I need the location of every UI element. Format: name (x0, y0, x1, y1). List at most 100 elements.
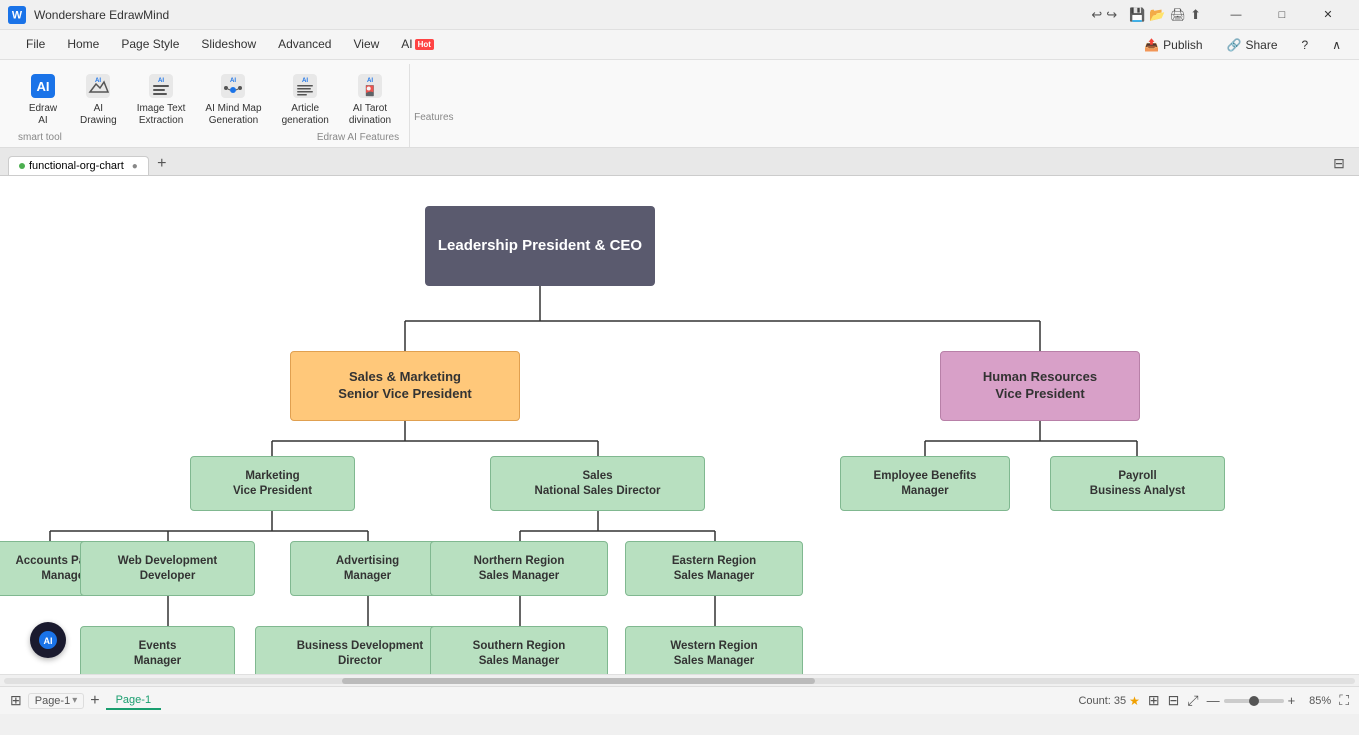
add-page-button[interactable]: + (90, 692, 99, 710)
tab-dot (19, 163, 25, 169)
share2-icon[interactable]: ⬆ (1190, 7, 1201, 23)
publish-button[interactable]: 📤 Publish (1134, 34, 1212, 56)
node-root[interactable]: Leadership President & CEO (425, 206, 655, 286)
ribbon-ai-mindmap-button[interactable]: AI AI Mind MapGeneration (197, 68, 269, 131)
status-right: Count: 35 ★ ⊞ ⊟ ⤢ — + 85% ⛶ (1078, 692, 1349, 709)
svg-text:AI: AI (158, 78, 164, 84)
svg-text:AI: AI (302, 78, 308, 84)
redo-icon[interactable]: ↪ (1106, 7, 1117, 23)
app-logo: W (8, 6, 26, 24)
horizontal-scrollbar[interactable] (0, 674, 1359, 686)
page-icon: ⊞ (10, 692, 22, 709)
publish-icon: 📤 (1144, 38, 1159, 52)
page-selector[interactable]: Page-1 ▾ (28, 693, 85, 709)
ai-mindmap-icon: AI (219, 72, 247, 100)
edraw-ai-icon: AI (29, 72, 57, 100)
status-bar: ⊞ Page-1 ▾ + Page-1 Count: 35 ★ ⊞ ⊟ ⤢ — … (0, 686, 1359, 714)
ai-drawing-icon: AI (84, 72, 112, 100)
node-national-sales[interactable]: SalesNational Sales Director (490, 456, 705, 511)
svg-text:AI: AI (37, 79, 50, 94)
node-southern[interactable]: Southern RegionSales Manager (430, 626, 608, 674)
smart-tool-label: smart tool (18, 132, 62, 143)
scrollbar-track[interactable] (4, 678, 1355, 684)
canvas: Leadership President & CEO Sales & Marke… (0, 176, 1359, 674)
minimize-button[interactable]: — (1213, 0, 1259, 30)
save-icon[interactable]: 💾 (1129, 7, 1145, 23)
menu-page-style[interactable]: Page Style (111, 33, 189, 55)
ribbon-image-text-button[interactable]: AI Image TextExtraction (129, 68, 194, 131)
tab-unsaved-indicator[interactable]: ● (132, 161, 138, 172)
menu-home[interactable]: Home (57, 33, 109, 55)
tarot-icon: AI 🎴 (356, 72, 384, 100)
zoom-slider[interactable] (1224, 699, 1284, 703)
menu-slideshow[interactable]: Slideshow (191, 33, 266, 55)
node-sales[interactable]: Sales & MarketingSenior Vice President (290, 351, 520, 421)
ribbon-article-button[interactable]: AI Articlegeneration (274, 68, 337, 131)
undo-icon[interactable]: ↩ (1091, 7, 1102, 23)
help-button[interactable]: ? (1292, 34, 1319, 56)
star-icon: ★ (1129, 694, 1140, 708)
zoom-thumb[interactable] (1249, 696, 1259, 706)
fit-icon[interactable]: ⊞ (1148, 692, 1160, 709)
node-advertising[interactable]: AdvertisingManager (290, 541, 445, 596)
ribbon-group-smart-tool: AI EdrawAI AI AIDrawing (8, 64, 410, 147)
tab-functional-org-chart[interactable]: functional-org-chart ● (8, 156, 149, 175)
scrollbar-thumb[interactable] (342, 678, 815, 684)
ai-hot-badge: Hot (415, 39, 434, 50)
node-hr[interactable]: Human ResourcesVice President (940, 351, 1140, 421)
menu-advanced[interactable]: Advanced (268, 33, 341, 55)
svg-text:AI: AI (44, 636, 53, 646)
menu-ai[interactable]: AI Hot (391, 33, 444, 55)
tab-label: functional-org-chart (29, 160, 124, 172)
print-icon[interactable]: 🖨 (1170, 7, 1187, 23)
expand-icon[interactable]: ⤢ (1187, 692, 1198, 709)
maximize-button[interactable]: □ (1259, 0, 1305, 30)
menu-view[interactable]: View (343, 33, 389, 55)
ai-chat-button[interactable]: AI (30, 622, 66, 658)
share-icon: 🔗 (1227, 38, 1242, 52)
ribbon-edraw-ai-button[interactable]: AI EdrawAI (18, 68, 68, 131)
svg-text:W: W (12, 9, 23, 21)
node-marketing[interactable]: MarketingVice President (190, 456, 355, 511)
zoom-level-label: 85% (1299, 695, 1331, 707)
node-events[interactable]: EventsManager (80, 626, 235, 674)
node-web-dev[interactable]: Web DevelopmentDeveloper (80, 541, 255, 596)
svg-text:AI: AI (367, 78, 373, 84)
close-button[interactable]: ✕ (1305, 0, 1351, 30)
node-payroll[interactable]: PayrollBusiness Analyst (1050, 456, 1225, 511)
article-icon: AI (291, 72, 319, 100)
zoom-in-button[interactable]: + (1288, 693, 1296, 708)
page-tab-active[interactable]: Page-1 (106, 692, 161, 710)
tab-bar: functional-org-chart ● + ⊟ (0, 148, 1359, 176)
page-name-label: Page-1 (35, 695, 70, 707)
node-eastern[interactable]: Eastern RegionSales Manager (625, 541, 803, 596)
window-controls: — □ ✕ (1213, 0, 1351, 30)
count-badge: Count: 35 ★ (1078, 694, 1139, 708)
ribbon-tarot-button[interactable]: AI 🎴 AI Tarotdivination (341, 68, 399, 131)
grid-icon[interactable]: ⊟ (1168, 692, 1180, 709)
svg-text:🎴: 🎴 (364, 84, 376, 97)
node-western[interactable]: Western RegionSales Manager (625, 626, 803, 674)
collapse-icon: ∧ (1332, 38, 1341, 52)
share-button[interactable]: 🔗 Share (1217, 34, 1288, 56)
ribbon: AI EdrawAI AI AIDrawing (0, 60, 1359, 148)
tab-layout-button[interactable]: ⊟ (1327, 151, 1351, 175)
ribbon-items: AI EdrawAI AI AIDrawing (18, 64, 399, 132)
edraw-ai-features-label: Edraw AI Features (317, 132, 399, 143)
status-left: ⊞ Page-1 ▾ + Page-1 (10, 692, 1070, 710)
zoom-control[interactable]: — + 85% (1207, 693, 1332, 708)
full-screen-button[interactable]: ⛶ (1339, 692, 1349, 709)
open-icon[interactable]: 📂 (1149, 7, 1165, 23)
menu-file[interactable]: File (16, 33, 55, 55)
node-northern[interactable]: Northern RegionSales Manager (430, 541, 608, 596)
svg-text:AI: AI (230, 78, 236, 84)
image-text-icon: AI (147, 72, 175, 100)
ribbon-ai-drawing-button[interactable]: AI AIDrawing (72, 68, 125, 131)
collapse-ribbon-button[interactable]: ∧ (1322, 34, 1351, 56)
org-chart-lines (0, 176, 1359, 674)
node-emp-benefits[interactable]: Employee BenefitsManager (840, 456, 1010, 511)
features-label: Features (410, 64, 465, 147)
add-tab-button[interactable]: + (151, 153, 173, 175)
page-dropdown-arrow[interactable]: ▾ (72, 695, 77, 706)
zoom-out-button[interactable]: — (1207, 693, 1220, 708)
